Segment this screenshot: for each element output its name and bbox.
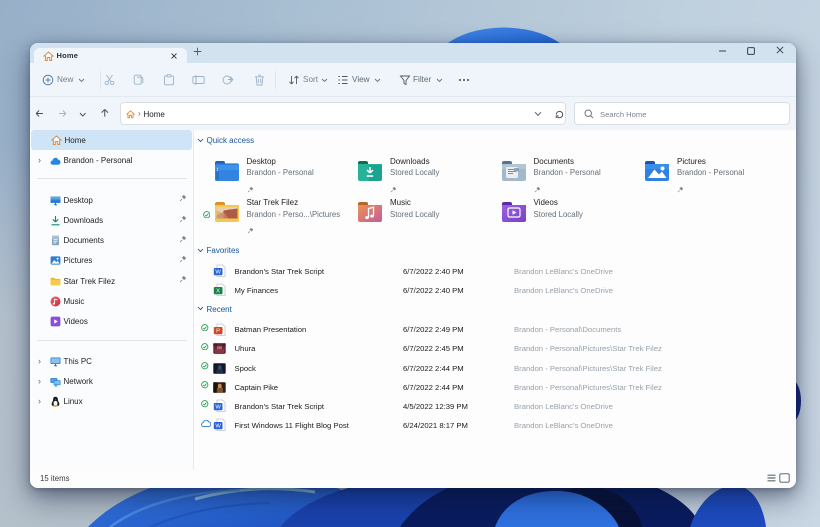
svg-text:W: W [215, 405, 221, 411]
svg-text:W: W [215, 270, 221, 276]
svg-text:W: W [215, 424, 221, 430]
svg-text:P: P [216, 328, 220, 334]
svg-text:X: X [216, 289, 220, 295]
